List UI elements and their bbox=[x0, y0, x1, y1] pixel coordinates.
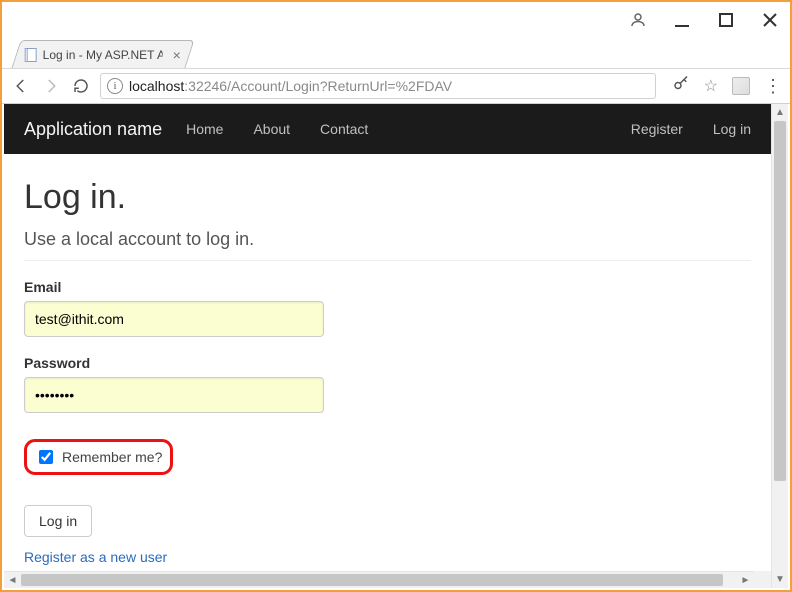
login-button[interactable]: Log in bbox=[24, 505, 92, 537]
register-link[interactable]: Register as a new user bbox=[24, 549, 167, 565]
nav-link-home[interactable]: Home bbox=[186, 121, 223, 137]
password-field[interactable] bbox=[24, 377, 324, 413]
vertical-scrollbar[interactable]: ▲ ▼ bbox=[771, 104, 788, 588]
scroll-left-icon[interactable]: ◄ bbox=[4, 572, 21, 588]
chrome-menu-icon[interactable]: ⋮ bbox=[764, 76, 782, 97]
site-info-icon[interactable]: i bbox=[107, 78, 123, 94]
remember-me-checkbox[interactable] bbox=[39, 450, 53, 464]
email-label: Email bbox=[24, 279, 751, 295]
scroll-up-icon[interactable]: ▲ bbox=[772, 104, 788, 121]
back-button[interactable] bbox=[10, 75, 32, 97]
tab-close-icon[interactable]: × bbox=[173, 47, 181, 63]
site-navbar: Application name Home About Contact Regi… bbox=[4, 104, 771, 154]
forward-button bbox=[40, 75, 62, 97]
tab-favicon bbox=[23, 48, 37, 62]
horizontal-scrollbar[interactable]: ◄ ► bbox=[4, 571, 754, 588]
page-content: Application name Home About Contact Regi… bbox=[4, 104, 771, 588]
window-titlebar bbox=[2, 2, 790, 38]
tab-title: Log in - My ASP.NET App bbox=[43, 48, 163, 62]
remember-me-label: Remember me? bbox=[62, 449, 162, 465]
save-password-icon[interactable] bbox=[672, 75, 690, 98]
email-field[interactable] bbox=[24, 301, 324, 337]
hscroll-thumb[interactable] bbox=[21, 574, 723, 586]
page-heading: Log in. bbox=[24, 178, 751, 217]
nav-link-register[interactable]: Register bbox=[631, 121, 683, 137]
remember-me-highlight: Remember me? bbox=[24, 439, 173, 475]
chrome-user-icon[interactable] bbox=[626, 8, 650, 32]
bookmark-icon[interactable]: ☆ bbox=[704, 76, 718, 96]
window-maximize-icon[interactable] bbox=[714, 8, 738, 32]
nav-link-contact[interactable]: Contact bbox=[320, 121, 368, 137]
url-text: localhost:32246/Account/Login?ReturnUrl=… bbox=[129, 78, 452, 94]
page-subheading: Use a local account to log in. bbox=[24, 229, 751, 261]
vscroll-thumb[interactable] bbox=[774, 121, 786, 481]
scroll-right-icon[interactable]: ► bbox=[737, 572, 754, 588]
nav-link-about[interactable]: About bbox=[253, 121, 290, 137]
scroll-corner bbox=[754, 571, 771, 588]
window-close-icon[interactable] bbox=[758, 8, 782, 32]
password-label: Password bbox=[24, 355, 751, 371]
nav-link-login[interactable]: Log in bbox=[713, 121, 751, 137]
browser-toolbar: i localhost:32246/Account/Login?ReturnUr… bbox=[2, 68, 790, 104]
address-bar[interactable]: i localhost:32246/Account/Login?ReturnUr… bbox=[100, 73, 656, 99]
extension-icon[interactable] bbox=[732, 77, 750, 95]
window-minimize-icon[interactable] bbox=[670, 8, 694, 32]
browser-tabbar: Log in - My ASP.NET App × bbox=[2, 38, 790, 68]
browser-tab[interactable]: Log in - My ASP.NET App × bbox=[11, 40, 194, 68]
navbar-brand[interactable]: Application name bbox=[24, 119, 162, 140]
reload-button[interactable] bbox=[70, 75, 92, 97]
scroll-down-icon[interactable]: ▼ bbox=[772, 571, 788, 588]
